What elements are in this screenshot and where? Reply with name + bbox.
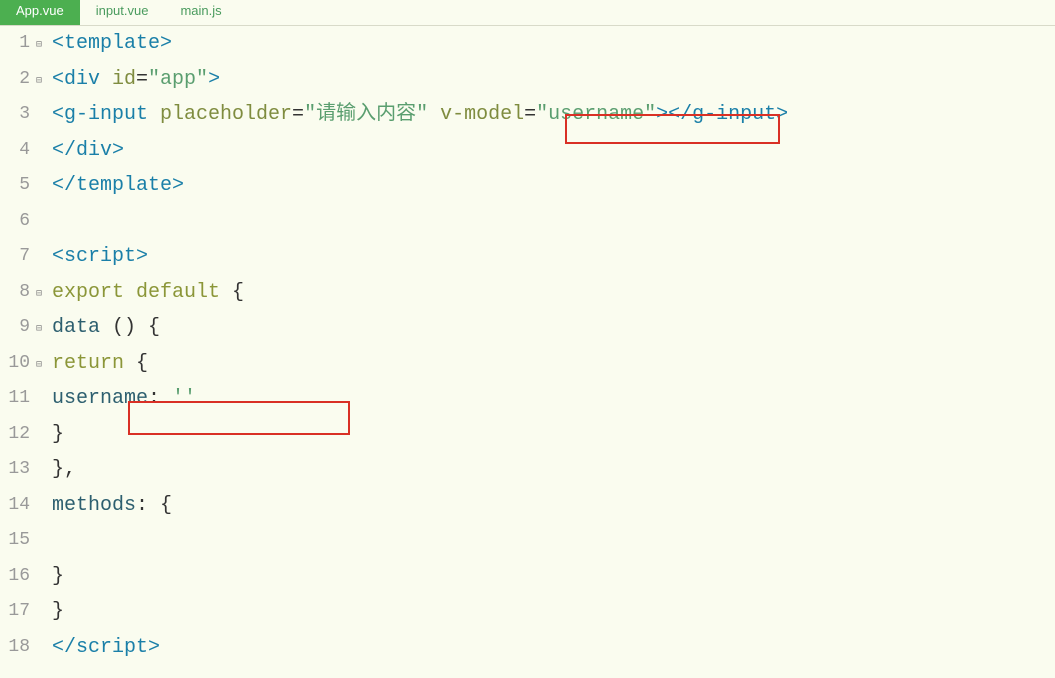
code-text: } (52, 565, 64, 588)
fold-marker[interactable]: ⊟ (36, 275, 50, 311)
code-text: = (292, 103, 304, 126)
editor-tabs: App.vue input.vue main.js (0, 0, 1055, 26)
code-text: export (52, 281, 124, 304)
code-text: default (124, 281, 220, 304)
code-text: data (52, 316, 100, 339)
code-text: = (136, 68, 148, 91)
code-text: () (100, 316, 136, 339)
fold-marker (36, 452, 50, 488)
code-line[interactable]: 8 ⊟ export default { (0, 275, 1055, 311)
code-text: placeholder (148, 103, 292, 126)
code-text: '' (160, 387, 196, 410)
line-number: 11 (0, 381, 36, 417)
tab-app-vue[interactable]: App.vue (0, 0, 80, 25)
line-number: 17 (0, 594, 36, 630)
code-text: return (52, 352, 124, 375)
code-text: <template> (52, 32, 172, 55)
code-text: "请输入内容" (304, 103, 428, 126)
fold-marker[interactable]: ⊟ (36, 310, 50, 346)
code-text: : (136, 494, 148, 517)
tab-main-js[interactable]: main.js (164, 0, 237, 25)
line-number: 7 (0, 239, 36, 275)
line-number: 14 (0, 488, 36, 524)
tab-input-vue[interactable]: input.vue (80, 0, 165, 25)
line-number: 18 (0, 630, 36, 666)
fold-marker[interactable]: ⊟ (36, 26, 50, 62)
code-text: } (52, 423, 64, 446)
code-text: { (136, 316, 160, 339)
code-text: : (148, 387, 160, 410)
code-text: </div> (52, 139, 124, 162)
code-line[interactable]: 16 } (0, 559, 1055, 595)
fold-marker[interactable]: ⊟ (36, 62, 50, 98)
fold-marker (36, 168, 50, 204)
code-text: "username" (536, 103, 656, 126)
fold-marker (36, 630, 50, 666)
code-text: <script> (52, 245, 148, 268)
code-line[interactable]: 5 </template> (0, 168, 1055, 204)
fold-marker[interactable]: ⊟ (36, 346, 50, 382)
line-number: 8 (0, 275, 36, 311)
code-line[interactable]: 12 } (0, 417, 1055, 453)
code-text: , (64, 458, 76, 481)
code-text: } (52, 600, 64, 623)
code-text: username (52, 387, 148, 410)
code-line[interactable]: 7 <script> (0, 239, 1055, 275)
fold-marker (36, 488, 50, 524)
code-text: "app" (148, 68, 208, 91)
fold-marker (36, 381, 50, 417)
code-text: <g-input (52, 103, 148, 126)
code-line[interactable]: 17 } (0, 594, 1055, 630)
code-line[interactable]: 11 username: '' (0, 381, 1055, 417)
fold-marker (36, 97, 50, 133)
code-editor[interactable]: 1 ⊟ <template> 2 ⊟ <div id="app"> 3 <g-i… (0, 26, 1055, 665)
code-line[interactable]: 13 }, (0, 452, 1055, 488)
code-line[interactable]: 14 methods: { (0, 488, 1055, 524)
code-line[interactable]: 4 </div> (0, 133, 1055, 169)
code-text: > (208, 68, 220, 91)
code-text: <div (52, 68, 100, 91)
line-number: 16 (0, 559, 36, 595)
line-number: 15 (0, 523, 36, 559)
fold-marker (36, 239, 50, 275)
line-number: 10 (0, 346, 36, 382)
code-text: { (148, 494, 172, 517)
code-line[interactable]: 10 ⊟ return { (0, 346, 1055, 382)
fold-marker (36, 204, 50, 240)
fold-marker (36, 133, 50, 169)
fold-marker (36, 523, 50, 559)
line-number: 9 (0, 310, 36, 346)
code-line[interactable]: 9 ⊟ data () { (0, 310, 1055, 346)
code-line[interactable]: 18 </script> (0, 630, 1055, 666)
line-number: 1 (0, 26, 36, 62)
fold-marker (36, 417, 50, 453)
line-number: 6 (0, 204, 36, 240)
code-text: </template> (52, 174, 184, 197)
line-number: 3 (0, 97, 36, 133)
code-line[interactable]: 3 <g-input placeholder="请输入内容" v-model="… (0, 97, 1055, 133)
code-text: } (52, 458, 64, 481)
line-number: 13 (0, 452, 36, 488)
code-text: </g-input> (668, 103, 788, 126)
line-number: 4 (0, 133, 36, 169)
fold-marker (36, 559, 50, 595)
code-line[interactable]: 2 ⊟ <div id="app"> (0, 62, 1055, 98)
code-line[interactable]: 6 (0, 204, 1055, 240)
code-line[interactable]: 15 (0, 523, 1055, 559)
code-text: v-model (428, 103, 524, 126)
line-number: 5 (0, 168, 36, 204)
code-text: { (220, 281, 244, 304)
code-text: id (100, 68, 136, 91)
code-text: { (124, 352, 148, 375)
code-text: = (524, 103, 536, 126)
code-line[interactable]: 1 ⊟ <template> (0, 26, 1055, 62)
line-number: 2 (0, 62, 36, 98)
fold-marker (36, 594, 50, 630)
code-text: </script> (52, 636, 160, 659)
line-number: 12 (0, 417, 36, 453)
code-text: > (656, 103, 668, 126)
code-text: methods (52, 494, 136, 517)
